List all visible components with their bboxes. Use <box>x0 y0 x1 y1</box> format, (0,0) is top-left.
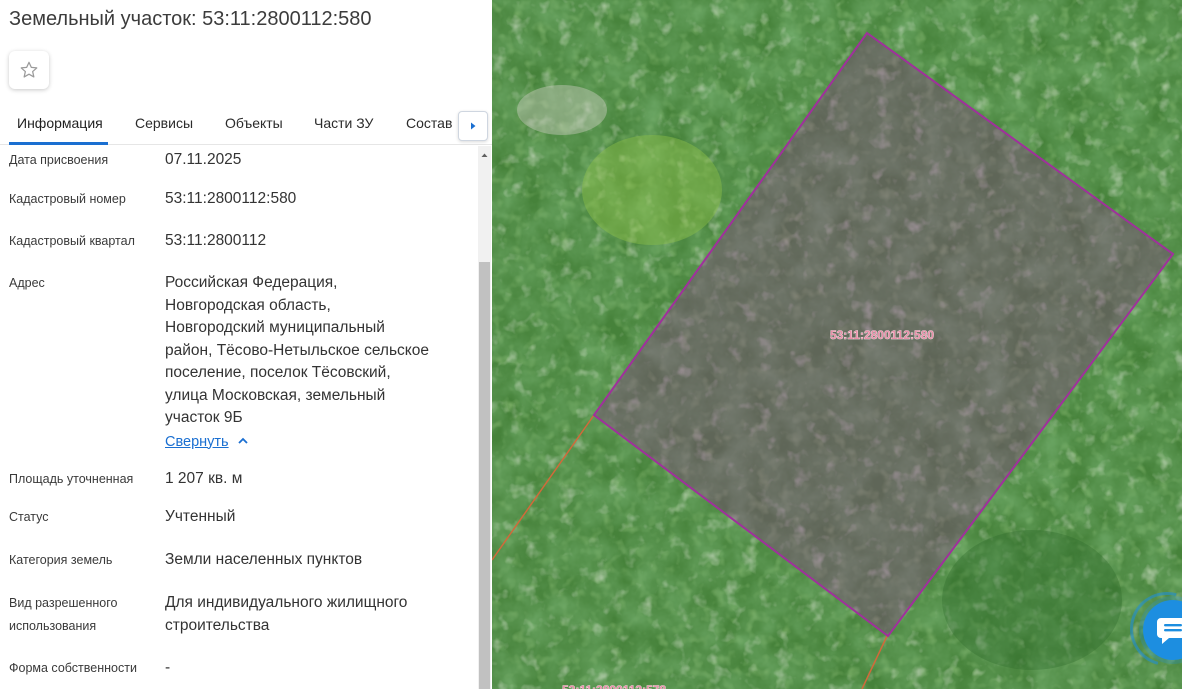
chevron-right-icon <box>471 122 476 130</box>
address-value: Российская Федерация, Новгородская облас… <box>165 272 470 453</box>
tab-bar: Информация Сервисы Объекты Части ЗУ Сост… <box>0 103 492 145</box>
address-label: Адрес <box>9 276 45 290</box>
usage-label-line: использования <box>9 619 97 633</box>
address-line: участок 9Б <box>165 409 243 426</box>
cad-quarter-label: Кадастровый квартал <box>9 234 135 248</box>
star-icon <box>20 61 38 78</box>
scroll-up-arrow-icon[interactable] <box>478 150 491 160</box>
ownership-value: - <box>165 659 171 676</box>
usage-label-line: Вид разрешенного <box>9 596 118 610</box>
tab-parts[interactable]: Части ЗУ <box>314 115 373 131</box>
address-line: Новгородский муниципальный <box>165 319 385 336</box>
info-panel: Земельный участок: 53:11:2800112:580 Инф… <box>0 0 492 689</box>
category-label: Категория земель <box>9 553 113 567</box>
cad-quarter-value: 53:11:2800112 <box>165 232 267 249</box>
usage-value: Для индивидуального жилищного строительс… <box>165 592 470 637</box>
address-line: улица Московская, земельный <box>165 386 386 404</box>
address-line: Новгородская область, <box>165 296 331 314</box>
favorite-button[interactable] <box>9 51 49 89</box>
area-label: Площадь уточненная <box>9 472 134 486</box>
usage-label: Вид разрешенного использования <box>9 592 154 638</box>
address-line: Российская Федерация, <box>165 274 338 291</box>
address-line: поселение, поселок Тёсовский, <box>165 364 391 381</box>
chevron-up-icon <box>237 438 248 445</box>
tab-information[interactable]: Информация <box>17 115 103 131</box>
active-tab-indicator <box>9 142 108 145</box>
usage-value-line: строительства <box>165 616 270 634</box>
tab-composition[interactable]: Состав <box>406 115 452 131</box>
tabs-next-button[interactable] <box>458 111 488 141</box>
status-label: Статус <box>9 510 49 524</box>
cad-number-value: 53:11:2800112:580 <box>165 190 297 207</box>
map-view[interactable]: 53:11:2800112:580 53:11:2800112:578 <box>492 0 1182 689</box>
page-title: Земельный участок: 53:11:2800112:580 <box>9 8 372 30</box>
info-scrollbar[interactable] <box>478 146 491 689</box>
collapse-toggle[interactable]: Свернуть <box>165 431 470 454</box>
tab-objects[interactable]: Объекты <box>225 115 283 131</box>
parcel-label: 53:11:2800112:580 <box>830 328 934 342</box>
assign-date-value: 07.11.2025 <box>165 151 242 168</box>
satellite-imagery: 53:11:2800112:580 53:11:2800112:578 <box>492 0 1182 689</box>
info-list: Дата присвоения 07.11.2025 Кадастровый н… <box>0 146 477 689</box>
chat-icon <box>1157 618 1182 644</box>
ownership-label: Форма собственности <box>9 661 137 675</box>
assign-date-label: Дата присвоения <box>9 153 109 167</box>
neighbor-parcel-label: 53:11:2800112:578 <box>562 683 666 689</box>
scrollbar-thumb[interactable] <box>479 262 490 689</box>
collapse-link[interactable]: Свернуть <box>165 434 229 450</box>
address-line: район, Тёсово-Нетыльское сельское <box>165 341 429 359</box>
area-value: 1 207 кв. м <box>165 470 243 487</box>
category-value: Земли населенных пунктов <box>165 551 363 568</box>
cad-number-label: Кадастровый номер <box>9 192 126 206</box>
tab-services[interactable]: Сервисы <box>135 115 193 131</box>
status-value: Учтенный <box>165 508 236 525</box>
usage-value-line: Для индивидуального жилищного <box>165 594 408 611</box>
